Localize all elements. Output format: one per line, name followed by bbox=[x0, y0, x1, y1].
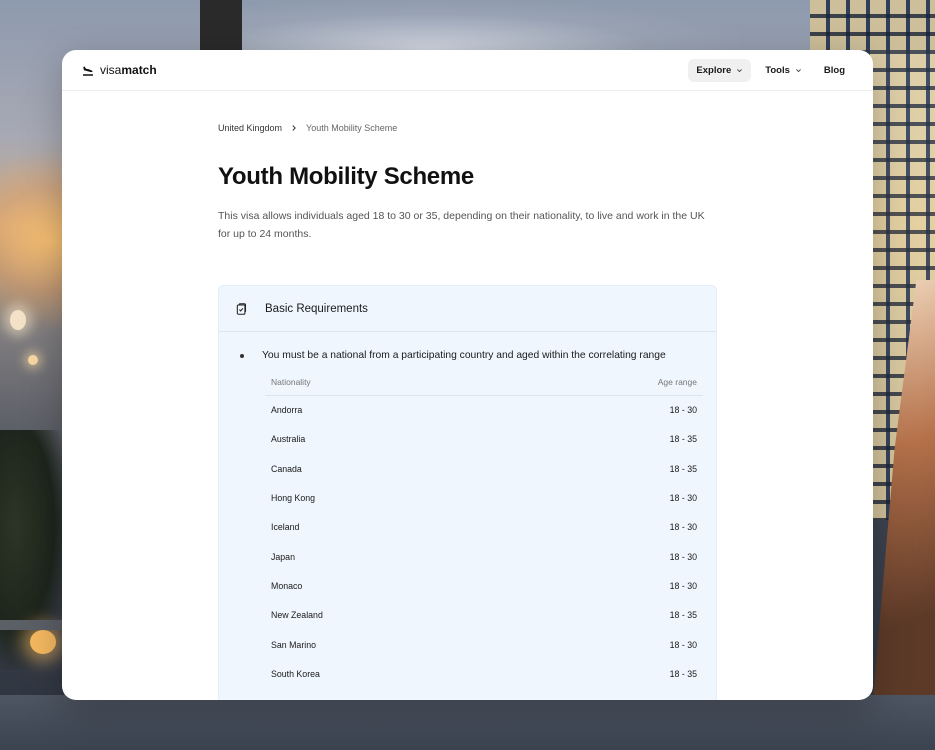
nationality-cell: Monaco bbox=[271, 580, 303, 591]
age-range-cell: 18 - 30 bbox=[669, 639, 697, 650]
age-range-cell: 18 - 30 bbox=[669, 405, 697, 416]
main-nav: Explore Tools Blog bbox=[688, 58, 853, 82]
requirement-item: You must be a national from a participat… bbox=[219, 332, 716, 364]
nav-explore-button[interactable]: Explore bbox=[688, 58, 752, 82]
background-light bbox=[10, 310, 26, 330]
nav-blog-link[interactable]: Blog bbox=[816, 59, 853, 82]
page-title: Youth Mobility Scheme bbox=[218, 163, 474, 190]
age-range-cell: 18 - 30 bbox=[669, 522, 697, 533]
nationality-cell: Canada bbox=[271, 463, 302, 474]
nationality-cell: Japan bbox=[271, 551, 295, 562]
age-range-cell: 18 - 35 bbox=[669, 610, 697, 621]
table-header-row: Nationality Age range bbox=[265, 370, 703, 396]
chevron-down-icon bbox=[795, 68, 801, 72]
background-light bbox=[30, 630, 56, 654]
main-content: United Kingdom Youth Mobility Scheme You… bbox=[218, 91, 718, 700]
breadcrumb: United Kingdom Youth Mobility Scheme bbox=[218, 123, 718, 133]
table-row: South Korea 18 - 35 bbox=[265, 659, 703, 688]
table-row: Japan 18 - 30 bbox=[265, 542, 703, 571]
age-range-table: Nationality Age range Andorra 18 - 30 Au… bbox=[265, 370, 703, 689]
chevron-right-icon bbox=[292, 125, 296, 131]
table-row: New Zealand 18 - 35 bbox=[265, 601, 703, 630]
age-range-cell: 18 - 35 bbox=[669, 668, 697, 679]
nationality-cell: San Marino bbox=[271, 639, 316, 650]
requirements-title: Basic Requirements bbox=[265, 302, 368, 315]
nav-tools-label: Tools bbox=[765, 64, 790, 76]
nav-blog-label: Blog bbox=[823, 64, 845, 76]
breadcrumb-current: Youth Mobility Scheme bbox=[306, 123, 398, 133]
requirements-card-header: Basic Requirements bbox=[219, 286, 716, 332]
breadcrumb-parent-link[interactable]: United Kingdom bbox=[218, 123, 282, 133]
table-row: Iceland 18 - 30 bbox=[265, 513, 703, 542]
nav-explore-label: Explore bbox=[696, 64, 732, 76]
column-header-nationality: Nationality bbox=[271, 377, 311, 387]
nationality-cell: New Zealand bbox=[271, 610, 323, 621]
background-railing bbox=[0, 620, 70, 630]
background-floor bbox=[0, 695, 935, 750]
age-range-cell: 18 - 30 bbox=[669, 551, 697, 562]
age-range-cell: 18 - 35 bbox=[669, 463, 697, 474]
background-light bbox=[28, 355, 38, 365]
nationality-cell: Andorra bbox=[271, 405, 303, 416]
table-row: Australia 18 - 35 bbox=[265, 425, 703, 454]
page-description: This visa allows individuals aged 18 to … bbox=[218, 210, 705, 240]
nationality-cell: South Korea bbox=[271, 668, 320, 679]
brand-name-light: visa bbox=[100, 63, 122, 77]
brand-logo-link[interactable]: visa match bbox=[82, 63, 157, 77]
bullet-icon bbox=[240, 354, 244, 358]
top-navigation-bar: visa match Explore Tools Blog bbox=[62, 50, 873, 91]
background-window-frame bbox=[200, 0, 242, 52]
nav-tools-button[interactable]: Tools bbox=[757, 59, 810, 82]
nationality-cell: Hong Kong bbox=[271, 493, 316, 504]
nationality-cell: Iceland bbox=[271, 522, 300, 533]
table-row: Monaco 18 - 30 bbox=[265, 571, 703, 600]
chevron-down-icon bbox=[737, 68, 743, 72]
table-row: Andorra 18 - 30 bbox=[265, 396, 703, 425]
age-range-cell: 18 - 35 bbox=[669, 434, 697, 445]
app-window: visa match Explore Tools Blog United Kin… bbox=[62, 50, 873, 700]
plane-landing-icon bbox=[83, 66, 93, 76]
table-row: Hong Kong 18 - 30 bbox=[265, 483, 703, 512]
table-row: Canada 18 - 35 bbox=[265, 454, 703, 483]
requirements-card: Basic Requirements You must be a nationa… bbox=[218, 285, 717, 700]
requirement-text: You must be a national from a participat… bbox=[262, 350, 666, 361]
age-range-cell: 18 - 30 bbox=[669, 493, 697, 504]
table-row: San Marino 18 - 30 bbox=[265, 630, 703, 659]
nationality-cell: Australia bbox=[271, 434, 306, 445]
age-range-cell: 18 - 30 bbox=[669, 580, 697, 591]
brand-name-bold: match bbox=[121, 63, 157, 77]
column-header-age-range: Age range bbox=[657, 377, 697, 387]
clipboard-check-icon bbox=[236, 302, 247, 315]
